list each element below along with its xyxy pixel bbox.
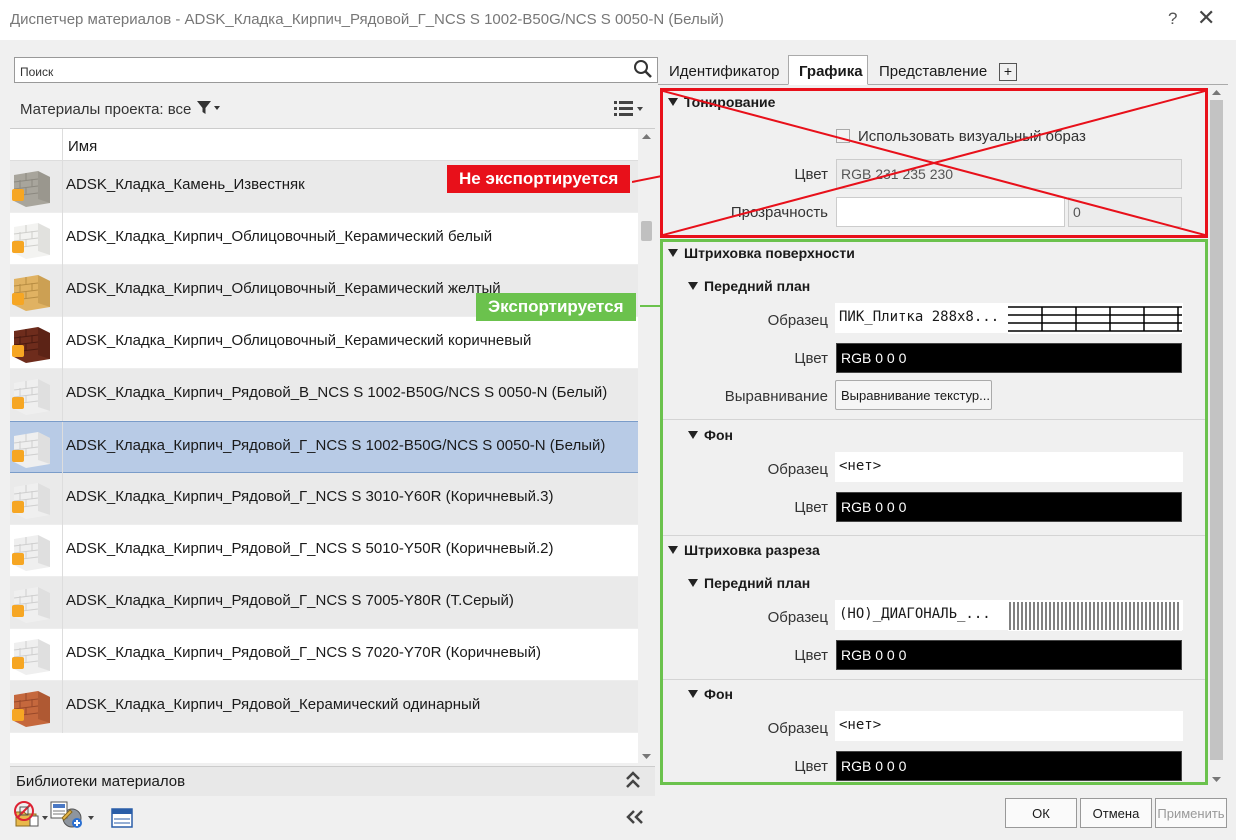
material-browser-icon[interactable] [48, 798, 74, 827]
material-name: ADSK_Кладка_Кирпич_Облицовочный_Керамиче… [66, 280, 501, 297]
column-name-header[interactable]: Имя [68, 138, 97, 155]
warning-icon [12, 553, 24, 565]
list-item[interactable]: ADSK_Кладка_Кирпич_Рядовой_Г_NCS S 5010-… [10, 525, 638, 577]
material-name: ADSK_Кладка_Кирпич_Облицовочный_Керамиче… [66, 332, 532, 349]
material-name: ADSK_Кладка_Кирпич_Рядовой_Г_NCS S 1002-… [66, 437, 606, 454]
list-item[interactable]: ADSK_Кладка_Кирпич_Облицовочный_Керамиче… [10, 213, 638, 265]
material-libraries-bar[interactable]: Библиотеки материалов [10, 766, 655, 796]
material-name: ADSK_Кладка_Кирпич_Облицовочный_Керамиче… [66, 228, 493, 245]
warning-icon [12, 605, 24, 617]
help-button[interactable]: ? [1168, 9, 1177, 29]
search-input[interactable]: Поиск [14, 57, 658, 83]
material-name: ADSK_Кладка_Кирпич_Рядовой_В_NCS S 1002-… [66, 384, 608, 401]
project-materials-label: Материалы проекта: все [20, 101, 192, 118]
list-item[interactable]: ADSK_Кладка_Кирпич_Рядовой_Керамический … [10, 681, 638, 733]
not-exported-frame [660, 88, 1208, 238]
library-view-icon[interactable] [110, 806, 134, 833]
exported-frame [660, 239, 1208, 785]
search-placeholder: Поиск [20, 65, 54, 79]
list-item[interactable]: ADSK_Кладка_Кирпич_Облицовочный_Керамиче… [10, 317, 638, 369]
table-header: Имя [10, 129, 638, 161]
view-options-icon[interactable] [614, 100, 644, 121]
material-thumbnail [12, 635, 52, 675]
warning-icon [12, 189, 24, 201]
filter-icon[interactable] [196, 100, 222, 119]
project-materials-bar: Материалы проекта: все [10, 95, 655, 123]
add-asset-button[interactable]: + [999, 63, 1017, 81]
warning-icon [12, 241, 24, 253]
collapse-left-icon[interactable] [624, 808, 646, 829]
material-thumbnail [12, 271, 52, 311]
material-thumbnail [12, 167, 52, 207]
tab-identity[interactable]: Идентификатор [658, 55, 788, 85]
window-title: Диспетчер материалов - ADSK_Кладка_Кирпи… [10, 11, 724, 28]
not-exported-badge: Не экспортируется [447, 165, 631, 193]
library-toolbar [10, 802, 655, 832]
list-item[interactable]: ADSK_Кладка_Кирпич_Рядовой_Г_NCS S 1002-… [10, 421, 638, 474]
red-connector [632, 175, 662, 183]
ok-button[interactable]: ОК [1005, 798, 1077, 828]
exported-badge: Экспортируется [476, 293, 636, 321]
warning-icon [12, 450, 24, 462]
title-bar: Диспетчер материалов - ADSK_Кладка_Кирпи… [0, 0, 1236, 40]
material-name: ADSK_Кладка_Кирпич_Рядовой_Г_NCS S 7005-… [66, 592, 514, 609]
close-button[interactable]: ✕ [1197, 5, 1215, 31]
apply-button[interactable]: Применить [1155, 798, 1227, 828]
materials-scrollbar[interactable] [638, 129, 655, 763]
warning-icon [12, 293, 24, 305]
list-item[interactable]: ADSK_Кладка_Кирпич_Рядовой_Г_NCS S 7020-… [10, 629, 638, 681]
properties-tabs: Идентификатор Графика Представление + [658, 55, 1228, 85]
material-thumbnail [12, 687, 52, 727]
warning-icon [12, 397, 24, 409]
properties-scrollbar[interactable] [1208, 86, 1225, 786]
tab-appearance[interactable]: Представление [868, 55, 998, 85]
warning-icon [12, 709, 24, 721]
warning-icon [12, 345, 24, 357]
material-thumbnail [12, 479, 52, 519]
warning-icon [12, 657, 24, 669]
tab-graphics[interactable]: Графика [788, 55, 868, 85]
cancel-button[interactable]: Отмена [1080, 798, 1152, 828]
materials-table: Имя ADSK_Кладка_Камень_Известняк ADSK_Кла… [10, 128, 655, 763]
material-thumbnail [12, 375, 52, 415]
green-connector [640, 305, 660, 307]
material-name: ADSK_Кладка_Кирпич_Рядовой_Керамический … [66, 696, 481, 713]
expand-up-icon[interactable] [624, 770, 642, 795]
purge-unused-icon[interactable] [12, 798, 38, 827]
list-item[interactable]: ADSK_Кладка_Кирпич_Рядовой_В_NCS S 1002-… [10, 369, 638, 421]
material-thumbnail [12, 428, 52, 468]
list-item[interactable]: ADSK_Кладка_Кирпич_Рядовой_Г_NCS S 7005-… [10, 577, 638, 629]
material-libraries-label: Библиотеки материалов [16, 773, 186, 790]
list-item[interactable]: ADSK_Кладка_Кирпич_Рядовой_Г_NCS S 3010-… [10, 473, 638, 525]
materials-panel: Поиск Материалы проекта: все Имя ADSK_Кл… [10, 50, 658, 828]
material-thumbnail [12, 219, 52, 259]
material-name: ADSK_Кладка_Кирпич_Рядовой_Г_NCS S 3010-… [66, 488, 554, 505]
search-icon[interactable] [633, 59, 653, 82]
material-name: ADSK_Кладка_Кирпич_Рядовой_Г_NCS S 5010-… [66, 540, 554, 557]
material-thumbnail [12, 583, 52, 623]
warning-icon [12, 501, 24, 513]
material-thumbnail [12, 531, 52, 571]
material-thumbnail [12, 323, 52, 363]
material-name: ADSK_Кладка_Камень_Известняк [66, 176, 305, 193]
material-name: ADSK_Кладка_Кирпич_Рядовой_Г_NCS S 7020-… [66, 644, 541, 661]
